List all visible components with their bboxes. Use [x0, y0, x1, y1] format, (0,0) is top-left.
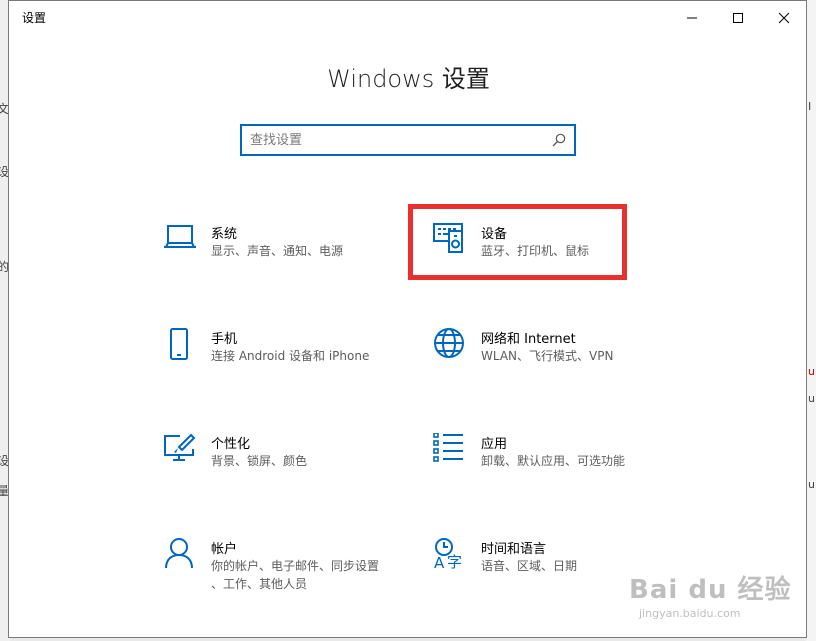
tile-system[interactable]: 系统 显示、声音、通知、电源 — [163, 223, 423, 279]
tile-description-line: 你的帐户、电子邮件、同步设置 — [211, 559, 380, 573]
tile-name: 个性化 — [211, 437, 251, 452]
highlight-box — [408, 204, 627, 280]
tile-description: 语音、区域、日期 — [481, 559, 578, 573]
laptop-icon — [164, 225, 196, 248]
tile-description: 背景、锁屏、颜色 — [211, 454, 308, 468]
svg-text:字: 字 — [447, 553, 462, 571]
maximize-button[interactable] — [715, 1, 761, 34]
search-icon[interactable] — [552, 133, 566, 147]
tile-personalization[interactable]: 个性化 背景、锁屏、颜色 — [163, 433, 423, 489]
time-language-icon: A 字 — [434, 538, 462, 572]
tile-name: 帐户 — [211, 542, 238, 557]
tile-name: 时间和语言 — [481, 542, 547, 557]
search-input[interactable] — [250, 126, 540, 154]
tile-description: WLAN、飞行模式、VPN — [481, 349, 614, 363]
tile-description: 显示、声音、通知、电源 — [211, 244, 344, 258]
tile-description-line: 、工作、其他人员 — [211, 577, 308, 591]
tile-accounts[interactable]: 帐户 你的帐户、电子邮件、同步设置 、工作、其他人员 — [163, 538, 423, 594]
apps-icon — [433, 433, 463, 462]
minimize-icon — [687, 17, 697, 18]
background-window-right: I u u u — [806, 0, 816, 641]
minimize-button[interactable] — [669, 1, 715, 34]
svg-text:A: A — [434, 554, 445, 572]
settings-window: 设置 Windows 设置 系统 显示、声音、通知、电源 — [8, 0, 807, 638]
tile-description: 卸载、默认应用、可选功能 — [481, 454, 626, 468]
window-title: 设置 — [22, 11, 47, 25]
tile-name: 网络和 Internet — [481, 332, 576, 347]
close-button[interactable] — [761, 1, 807, 34]
close-icon — [778, 12, 790, 23]
account-icon — [165, 538, 193, 569]
tile-name: 应用 — [481, 437, 508, 452]
watermark-logo: Bai du 经验 — [629, 575, 792, 605]
title-bar[interactable]: 设置 — [9, 1, 806, 34]
maximize-icon — [733, 12, 743, 23]
search-box[interactable] — [240, 124, 576, 156]
watermark-url: jingyan.baidu.com — [639, 607, 741, 620]
tile-name: 手机 — [211, 332, 238, 347]
phone-icon — [170, 328, 188, 360]
tile-description: 你的帐户、电子邮件、同步设置 、工作、其他人员 — [211, 557, 379, 592]
tile-name: 系统 — [211, 227, 238, 242]
tile-apps[interactable]: 应用 卸载、默认应用、可选功能 — [433, 433, 693, 489]
globe-icon — [434, 328, 464, 358]
page-title: Windows 设置 — [327, 65, 490, 93]
tile-phone[interactable]: 手机 连接 Android 设备和 iPhone — [163, 328, 423, 384]
tile-network[interactable]: 网络和 Internet WLAN、飞行模式、VPN — [433, 328, 693, 384]
tile-description: 连接 Android 设备和 iPhone — [211, 349, 370, 363]
personalization-icon — [164, 433, 196, 461]
watermark: Bai du 经验 jingyan.baidu.com — [629, 569, 799, 629]
